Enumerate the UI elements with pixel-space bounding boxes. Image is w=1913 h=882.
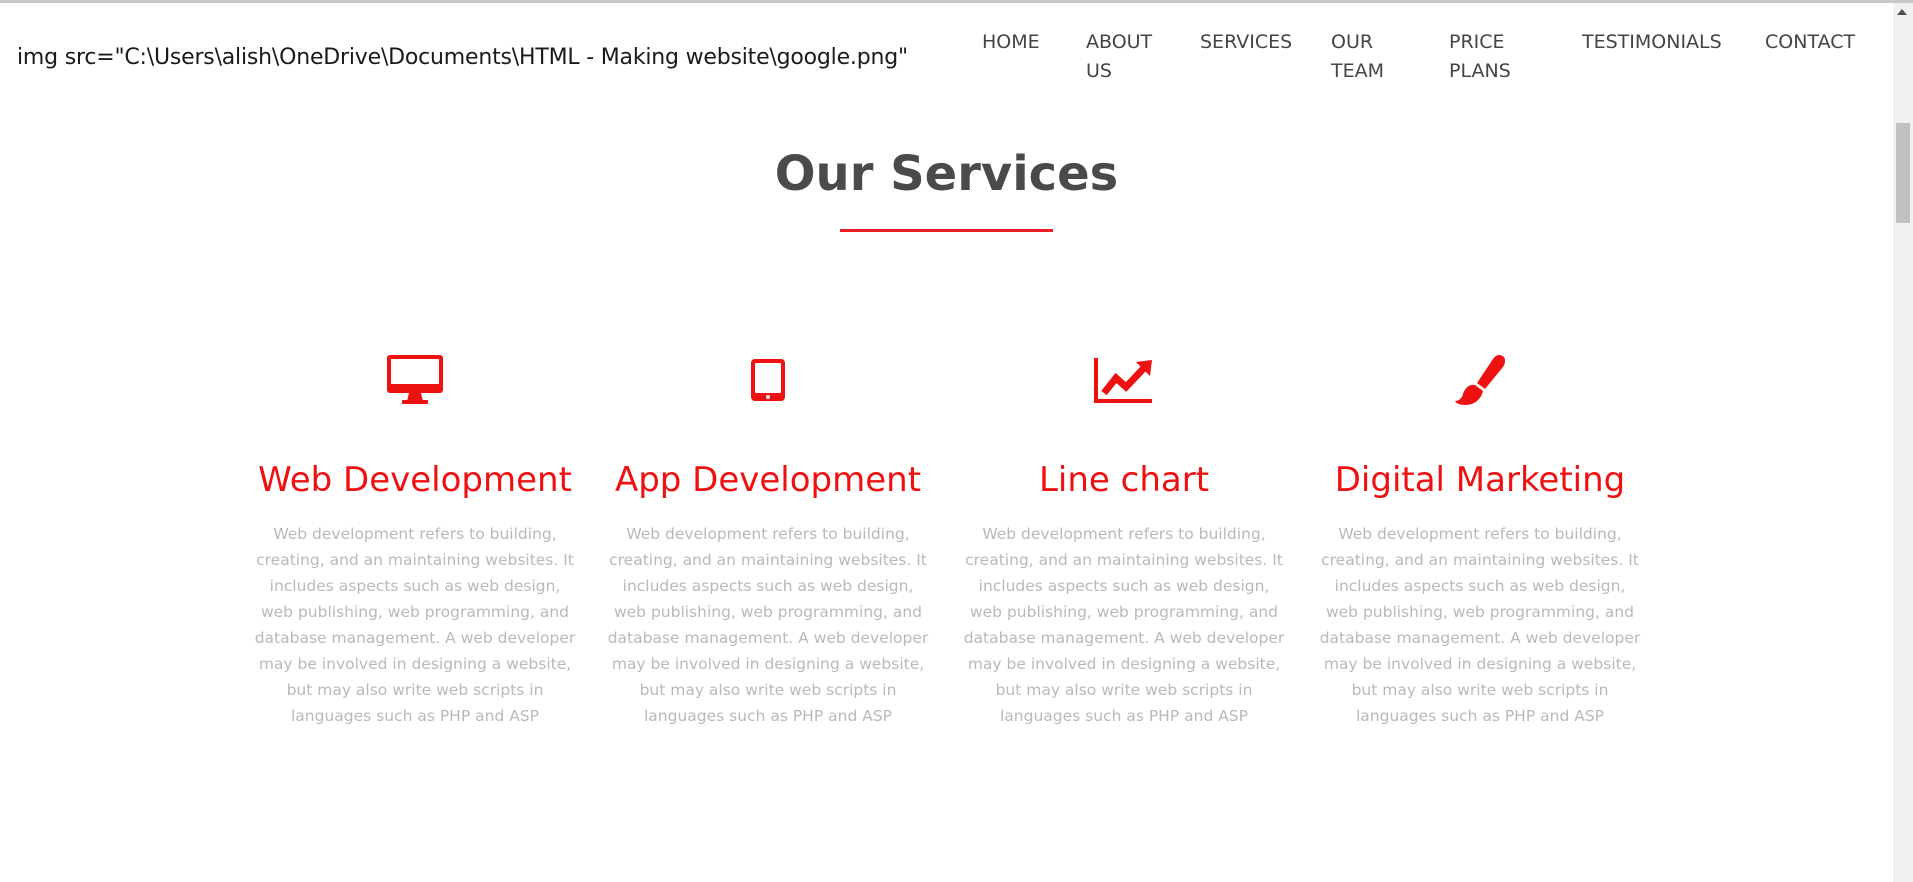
nav-our-team[interactable]: OUR TEAM (1331, 28, 1401, 86)
service-title: App Development (614, 460, 922, 500)
line-chart-icon (959, 345, 1289, 415)
section-title: Our Services (774, 146, 1119, 202)
service-card-digital-marketing: Digital Marketing Web development refers… (1315, 345, 1645, 729)
title-underline (840, 229, 1053, 232)
service-description: Web development refers to building, crea… (254, 525, 576, 725)
nav-contact[interactable]: CONTACT (1765, 28, 1865, 57)
vertical-scrollbar[interactable] (1893, 3, 1913, 882)
paint-brush-icon (1315, 345, 1645, 415)
scroll-thumb[interactable] (1896, 123, 1910, 223)
service-title: Web Development (258, 460, 572, 500)
service-card-line-chart: Line chart Web development refers to bui… (959, 345, 1289, 729)
service-description: Web development refers to building, crea… (963, 525, 1285, 725)
service-description: Web development refers to building, crea… (1319, 525, 1641, 725)
broken-logo-text: img src="C:\Users\alish\OneDrive\Documen… (17, 45, 908, 70)
service-description: Web development refers to building, crea… (607, 525, 929, 725)
desktop-icon (250, 345, 580, 415)
tablet-icon (603, 345, 933, 415)
scroll-up-arrow-icon[interactable] (1897, 9, 1907, 15)
nav-testimonials[interactable]: TESTIMONIALS (1582, 28, 1742, 57)
service-card-app-development: App Development Web development refers t… (603, 345, 933, 729)
navbar: img src="C:\Users\alish\OneDrive\Documen… (0, 3, 1893, 103)
nav-price-plans[interactable]: PRICE PLANS (1449, 28, 1529, 86)
service-title: Digital Marketing (1334, 460, 1626, 500)
nav-services[interactable]: SERVICES (1200, 28, 1300, 57)
service-title: Line chart (1038, 460, 1210, 500)
nav-about-us[interactable]: ABOUT US (1086, 28, 1166, 86)
nav-home[interactable]: HOME (982, 28, 1062, 57)
service-card-web-development: Web Development Web development refers t… (250, 345, 580, 729)
